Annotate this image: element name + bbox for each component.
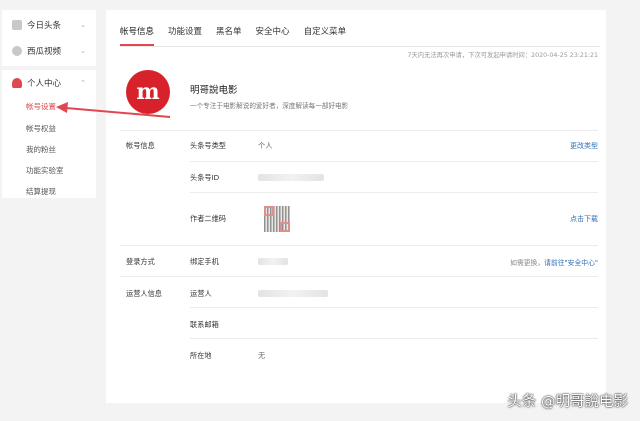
hint-text: 如需更换， bbox=[510, 259, 545, 267]
download-qr-link[interactable]: 点击下载 bbox=[570, 214, 598, 224]
toutiao-icon bbox=[12, 20, 22, 30]
field-label-location: 所在地 bbox=[190, 351, 212, 360]
chevron-down-icon: ⌄ bbox=[80, 47, 86, 55]
main-panel: 帐号信息 功能设置 黑名单 安全中心 自定义菜单 7天内无法再次申请，下次可发起… bbox=[106, 10, 606, 403]
account-name: 明哥說电影 bbox=[190, 85, 238, 96]
divider bbox=[190, 161, 598, 162]
divider bbox=[190, 338, 598, 339]
annotation-arrow-icon bbox=[56, 102, 171, 118]
field-label-qr-code: 作者二维码 bbox=[190, 214, 226, 223]
field-label-operator: 运营人 bbox=[190, 289, 212, 298]
divider bbox=[120, 245, 598, 246]
blurred-operator bbox=[258, 290, 328, 297]
blurred-phone bbox=[258, 258, 288, 265]
field-value-location: 无 bbox=[258, 351, 266, 360]
tab-account-info[interactable]: 帐号信息 bbox=[120, 18, 155, 46]
field-label-email: 联系邮箱 bbox=[190, 320, 219, 329]
tab-security-center[interactable]: 安全中心 bbox=[256, 18, 290, 46]
section-label-account-info: 帐号信息 bbox=[126, 141, 155, 150]
section-label-login: 登录方式 bbox=[126, 257, 155, 266]
xigua-video-icon bbox=[12, 46, 22, 56]
sidebar-subitem-feature-lab[interactable]: 功能实验室 bbox=[26, 165, 64, 176]
field-label-account-id: 头条号ID bbox=[190, 173, 220, 182]
sidebar-item-xigua[interactable]: 西瓜视频 ⌄ bbox=[2, 40, 96, 62]
phone-change-hint: 如需更换，请前往"安全中心" bbox=[510, 257, 598, 267]
user-icon bbox=[12, 78, 22, 88]
qr-code-image bbox=[264, 206, 290, 232]
field-label-phone: 绑定手机 bbox=[190, 257, 219, 266]
sidebar-subitem-settlement[interactable]: 结算提现 bbox=[26, 186, 56, 197]
chevron-down-icon: ⌄ bbox=[80, 21, 86, 29]
tab-blacklist[interactable]: 黑名单 bbox=[216, 18, 242, 46]
section-label-operator: 运营人信息 bbox=[126, 289, 162, 298]
blurred-account-id bbox=[258, 174, 324, 181]
watermark: 头条 @明哥說电影 bbox=[507, 394, 628, 410]
change-type-link[interactable]: 更改类型 bbox=[570, 141, 598, 151]
tab-custom-menu[interactable]: 自定义菜单 bbox=[304, 18, 347, 46]
sidebar-top-card: 今日头条 ⌄ 西瓜视频 ⌄ bbox=[2, 10, 96, 66]
sidebar-item-label: 西瓜视频 bbox=[27, 47, 62, 57]
divider bbox=[120, 276, 598, 277]
tab-feature-settings[interactable]: 功能设置 bbox=[168, 18, 202, 46]
account-description: 一个专注于电影解说的爱好者，深度解读每一部好电影 bbox=[190, 102, 349, 110]
sidebar-subitem-my-fans[interactable]: 我的粉丝 bbox=[26, 144, 56, 155]
chevron-up-icon: ⌃ bbox=[80, 79, 86, 87]
sidebar-item-label: 今日头条 bbox=[27, 21, 62, 31]
sidebar-item-label: 个人中心 bbox=[27, 79, 62, 89]
field-label-account-type: 头条号类型 bbox=[190, 141, 226, 150]
sidebar-subitem-account-rights[interactable]: 帐号权益 bbox=[26, 123, 56, 134]
sidebar-personal-card: 个人中心 ⌃ 帐号设置 帐号权益 我的粉丝 功能实验室 结算提现 bbox=[2, 70, 96, 198]
reapply-notice: 7天内无法再次申请，下次可发起申请时间：2020-04-25 23:21:21 bbox=[407, 52, 598, 59]
sidebar-item-personal-center[interactable]: 个人中心 ⌃ bbox=[2, 72, 96, 94]
divider bbox=[190, 192, 598, 193]
tab-bar: 帐号信息 功能设置 黑名单 安全中心 自定义菜单 bbox=[120, 18, 346, 46]
divider bbox=[120, 130, 598, 131]
field-value-account-type: 个人 bbox=[258, 141, 273, 150]
sidebar-item-toutiao[interactable]: 今日头条 ⌄ bbox=[2, 14, 96, 36]
security-center-link[interactable]: 请前往"安全中心" bbox=[544, 259, 598, 267]
tab-divider bbox=[120, 46, 600, 47]
divider bbox=[190, 307, 598, 308]
